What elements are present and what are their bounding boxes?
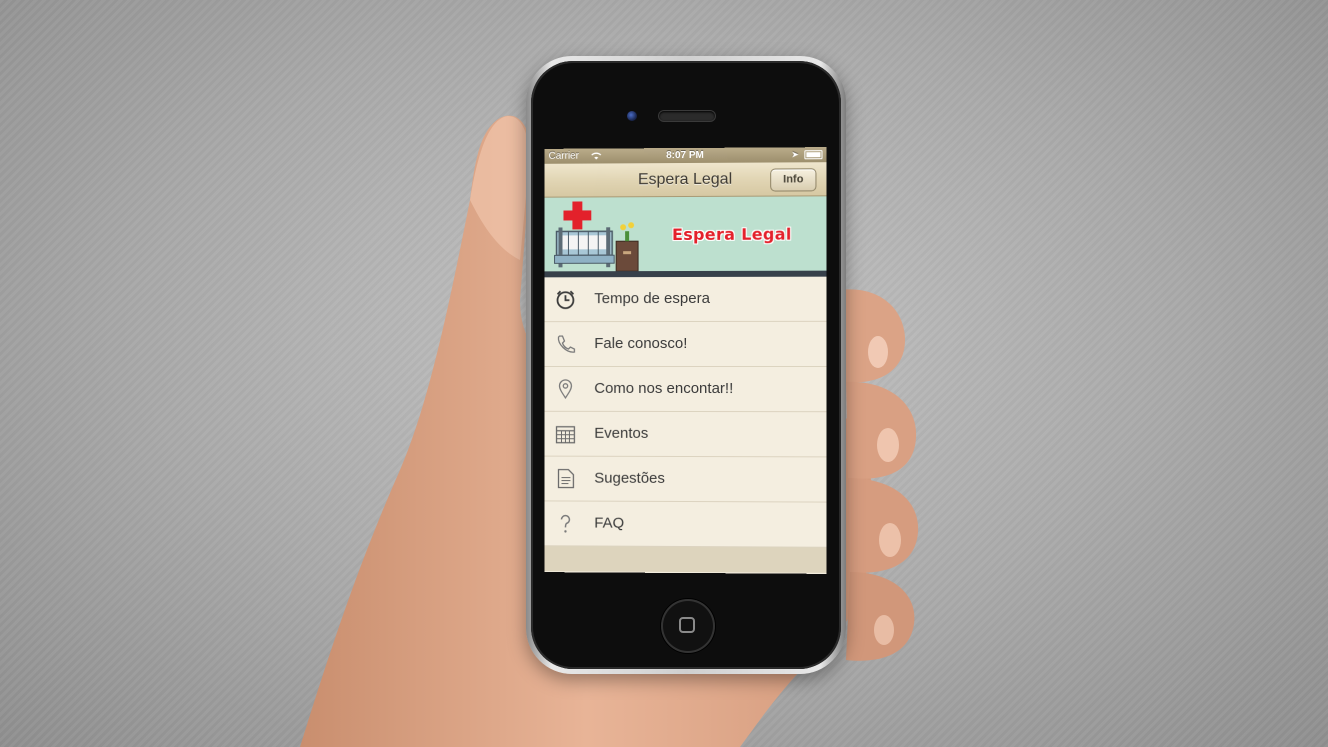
menu-item-faq[interactable]: FAQ — [544, 501, 827, 548]
phone-icon — [555, 333, 577, 355]
location-arrow-icon: ➤ — [791, 149, 799, 160]
calendar-icon — [555, 423, 577, 445]
earpiece-speaker — [659, 111, 715, 121]
status-indicators: ➤ — [791, 147, 823, 162]
menu-label: Fale conosco! — [594, 334, 688, 353]
alarm-clock-icon — [555, 288, 577, 310]
question-icon — [555, 512, 577, 533]
map-pin-icon — [555, 378, 577, 400]
app-screen: Carrier 8:07 PM ➤ Espera Legal Info Espe… — [544, 147, 827, 574]
home-button-icon — [679, 617, 695, 633]
menu-item-tempo-de-espera[interactable]: Tempo de espera — [544, 276, 827, 323]
status-bar: Carrier 8:07 PM ➤ — [544, 147, 827, 164]
status-time: 8:07 PM — [666, 149, 704, 162]
menu-label: Como nos encontar!! — [594, 379, 734, 398]
menu-label: Eventos — [594, 424, 649, 442]
menu-label: FAQ — [594, 514, 625, 532]
main-menu: Tempo de espera Fale conosco! Como nos e… — [544, 276, 827, 548]
app-banner: Espera Legal — [544, 196, 827, 278]
navigation-bar: Espera Legal Info — [544, 162, 827, 198]
screen-bottom-bar — [544, 546, 827, 573]
menu-item-como-nos-encontar[interactable]: Como nos encontar!! — [544, 366, 827, 413]
front-camera — [627, 111, 637, 121]
banner-title: Espera Legal — [672, 224, 792, 245]
menu-item-eventos[interactable]: Eventos — [544, 411, 827, 458]
menu-label: Tempo de espera — [594, 289, 710, 308]
home-button[interactable] — [661, 599, 715, 653]
menu-label: Sugestões — [594, 469, 665, 487]
hospital-bed-illustration — [545, 201, 664, 277]
menu-item-fale-conosco[interactable]: Fale conosco! — [544, 321, 827, 368]
document-icon — [555, 468, 577, 490]
menu-item-sugestoes[interactable]: Sugestões — [544, 456, 827, 503]
info-button[interactable]: Info — [770, 168, 817, 192]
battery-icon — [804, 150, 823, 160]
